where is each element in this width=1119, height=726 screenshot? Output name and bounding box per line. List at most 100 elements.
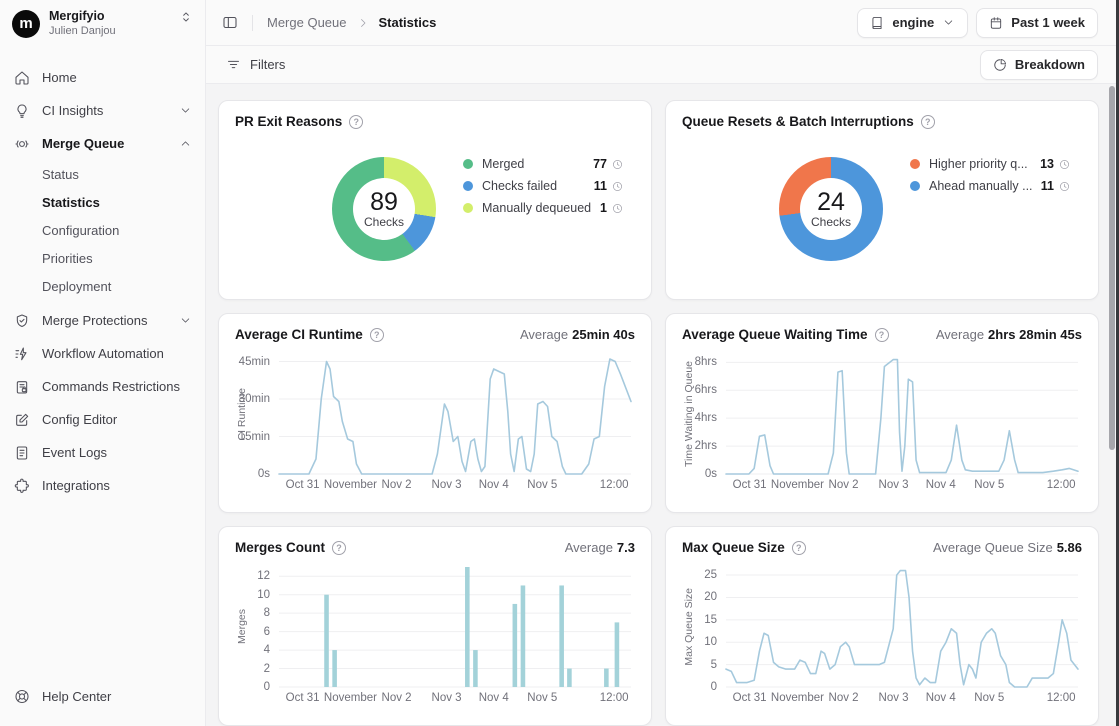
legend-dot: [910, 159, 920, 169]
legend-item[interactable]: Higher priority q... 13: [910, 157, 1070, 171]
sidebar-item-integrations[interactable]: Integrations: [0, 469, 205, 502]
org-switcher-caret-icon: [179, 10, 193, 27]
donut-total: 89: [370, 189, 398, 215]
legend-value: 13: [1040, 157, 1054, 171]
filters-label: Filters: [250, 57, 285, 72]
queue-resets-donut-chart[interactable]: 24 Checks: [779, 157, 883, 261]
sidebar: m Mergifyio Julien Danjou Home CI Insigh…: [0, 0, 206, 726]
line-plot[interactable]: [279, 354, 631, 474]
engine-select[interactable]: engine: [857, 8, 968, 38]
sidebar-item-label: Commands Restrictions: [42, 379, 180, 394]
panel-left-toggle-icon[interactable]: [222, 15, 238, 31]
card-title: Average CI Runtime: [235, 327, 363, 342]
sidebar-item-merge-protections[interactable]: Merge Protections: [0, 304, 205, 337]
help-circle-icon[interactable]: ?: [921, 115, 935, 129]
x-axis-ticks: Oct 31NovemberNov 2Nov 3Nov 4Nov 512:00: [279, 474, 631, 492]
sidebar-item-commands-restrictions[interactable]: Commands Restrictions: [0, 370, 205, 403]
legend-item[interactable]: Ahead manually ... 11: [910, 179, 1070, 193]
legend-item[interactable]: Manually dequeued 1: [463, 201, 623, 215]
pr-exit-donut-chart[interactable]: 89 Checks: [332, 157, 436, 261]
date-range-button[interactable]: Past 1 week: [976, 8, 1098, 38]
legend: Higher priority q... 13 Ahead manually .…: [910, 157, 1070, 193]
help-circle-icon[interactable]: ?: [792, 541, 806, 555]
sidebar-item-label: Home: [42, 70, 77, 85]
help-circle-icon[interactable]: ?: [332, 541, 346, 555]
x-axis-ticks: Oct 31NovemberNov 2Nov 3Nov 4Nov 512:00: [726, 474, 1078, 492]
legend-dot: [463, 159, 473, 169]
shield-check-icon: [14, 313, 30, 329]
sidebar-item-label: CI Insights: [42, 103, 103, 118]
clock-icon[interactable]: [612, 159, 623, 170]
sidebar-item-merge-queue[interactable]: Merge Queue: [0, 127, 205, 160]
dashboard-grid: PR Exit Reasons ? 89 Checks Me: [206, 84, 1119, 726]
bar-plot[interactable]: [279, 567, 631, 687]
sidebar-item-workflow-automation[interactable]: Workflow Automation: [0, 337, 205, 370]
legend-label: Manually dequeued: [482, 201, 594, 215]
org-switcher[interactable]: m Mergifyio Julien Danjou: [0, 0, 205, 47]
breadcrumb-merge-queue[interactable]: Merge Queue: [267, 15, 347, 30]
clipboard-lock-icon: [14, 379, 30, 395]
card-title: PR Exit Reasons: [235, 114, 342, 129]
y-axis-ticks: 0s15min30min45min: [249, 354, 279, 474]
sidebar-item-ci-insights[interactable]: CI Insights: [0, 94, 205, 127]
merges-count-chart[interactable]: Merges 024681012 Oct 31NovemberNov 2Nov …: [235, 567, 631, 705]
y-axis-label: Max Queue Size: [682, 567, 696, 687]
app-window: m Mergifyio Julien Danjou Home CI Insigh…: [0, 0, 1119, 726]
legend-value: 1: [600, 201, 607, 215]
legend-value: 11: [594, 179, 607, 193]
breadcrumb-divider: [252, 15, 253, 31]
y-axis-label: CI Runtime: [235, 354, 249, 474]
sidebar-item-config-editor[interactable]: Config Editor: [0, 403, 205, 436]
sidebar-item-deployment[interactable]: Deployment: [0, 272, 205, 300]
clock-icon[interactable]: [1059, 159, 1070, 170]
help-circle-icon[interactable]: ?: [875, 328, 889, 342]
help-center-label: Help Center: [42, 689, 111, 704]
sidebar-item-event-logs[interactable]: Event Logs: [0, 436, 205, 469]
max-queue-size-chart[interactable]: Max Queue Size 0510152025 Oct 31November…: [682, 567, 1078, 705]
legend-dot: [463, 181, 473, 191]
sidebar-item-statistics[interactable]: Statistics: [0, 188, 205, 216]
sidebar-item-priorities[interactable]: Priorities: [0, 244, 205, 272]
legend-item[interactable]: Merged 77: [463, 157, 623, 171]
x-axis-ticks: Oct 31NovemberNov 2Nov 3Nov 4Nov 512:00: [726, 687, 1078, 705]
repo-book-icon: [870, 16, 884, 30]
sidebar-item-label: Merge Queue: [42, 136, 124, 151]
home-icon: [14, 70, 30, 86]
filters-button[interactable]: Filters: [216, 50, 295, 80]
legend-item[interactable]: Checks failed 11: [463, 179, 623, 193]
card-merges-count: Merges Count ? Average7.3 Merges 0246810…: [218, 526, 652, 726]
chevron-up-icon: [179, 137, 192, 150]
average-stat: Average7.3: [565, 540, 635, 555]
filter-toolbar: Filters Breakdown: [206, 46, 1119, 84]
vertical-scrollbar[interactable]: [1109, 86, 1115, 450]
card-title: Merges Count: [235, 540, 325, 555]
legend-value: 77: [593, 157, 607, 171]
legend-label: Checks failed: [482, 179, 588, 193]
clock-icon[interactable]: [612, 181, 623, 192]
calendar-icon: [989, 16, 1003, 30]
sidebar-item-status[interactable]: Status: [0, 160, 205, 188]
edit-square-icon: [14, 412, 30, 428]
queue-waiting-chart[interactable]: Time Waiting in Queue 0s2hrs4hrs6hrs8hrs…: [682, 354, 1078, 492]
y-axis-ticks: 0s2hrs4hrs6hrs8hrs: [696, 354, 726, 474]
legend-label: Merged: [482, 157, 587, 171]
y-axis-label: Merges: [235, 567, 249, 687]
legend: Merged 77 Checks failed 11 Manua: [463, 157, 623, 215]
average-stat: Average25min 40s: [520, 327, 635, 342]
sidebar-item-home[interactable]: Home: [0, 61, 205, 94]
line-plot[interactable]: [726, 567, 1078, 687]
donut-total: 24: [817, 189, 845, 215]
sidebar-item-configuration[interactable]: Configuration: [0, 216, 205, 244]
puzzle-icon: [14, 478, 30, 494]
sidebar-item-label: Config Editor: [42, 412, 117, 427]
line-plot[interactable]: [726, 354, 1078, 474]
clock-icon[interactable]: [1059, 181, 1070, 192]
help-circle-icon[interactable]: ?: [370, 328, 384, 342]
help-circle-icon[interactable]: ?: [349, 115, 363, 129]
ci-runtime-chart[interactable]: CI Runtime 0s15min30min45min Oct 31Novem…: [235, 354, 631, 492]
breadcrumb-statistics: Statistics: [379, 15, 437, 30]
breakdown-button[interactable]: Breakdown: [980, 50, 1098, 80]
filter-lines-icon: [226, 57, 241, 72]
help-center-link[interactable]: Help Center: [0, 674, 205, 726]
clock-icon[interactable]: [612, 203, 623, 214]
